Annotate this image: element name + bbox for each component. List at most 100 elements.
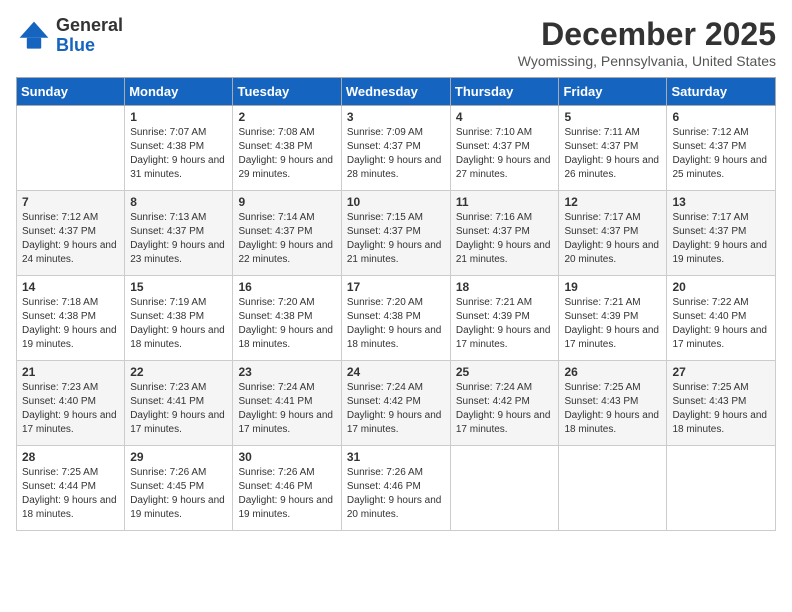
- day-info: Sunrise: 7:19 AMSunset: 4:38 PMDaylight:…: [130, 296, 227, 352]
- day-info: Sunrise: 7:24 AMSunset: 4:42 PMDaylight:…: [456, 381, 554, 437]
- day-info: Sunrise: 7:20 AMSunset: 4:38 PMDaylight:…: [347, 296, 445, 352]
- calendar-day-cell: 10 Sunrise: 7:15 AMSunset: 4:37 PMDayligh…: [341, 191, 450, 276]
- calendar-day-cell: 22 Sunrise: 7:23 AMSunset: 4:41 PMDayligh…: [125, 361, 233, 446]
- day-info: Sunrise: 7:14 AMSunset: 4:37 PMDaylight:…: [238, 211, 335, 267]
- calendar-day-cell: [667, 446, 776, 531]
- calendar-header-row: SundayMondayTuesdayWednesdayThursdayFrid…: [17, 78, 776, 106]
- day-number: 20: [672, 280, 770, 294]
- calendar-day-cell: 18 Sunrise: 7:21 AMSunset: 4:39 PMDayligh…: [450, 276, 559, 361]
- day-header-saturday: Saturday: [667, 78, 776, 106]
- day-number: 14: [22, 280, 119, 294]
- day-info: Sunrise: 7:18 AMSunset: 4:38 PMDaylight:…: [22, 296, 119, 352]
- day-number: 29: [130, 450, 227, 464]
- day-number: 27: [672, 365, 770, 379]
- day-number: 10: [347, 195, 445, 209]
- calendar-day-cell: 27 Sunrise: 7:25 AMSunset: 4:43 PMDayligh…: [667, 361, 776, 446]
- location-title: Wyomissing, Pennsylvania, United States: [518, 53, 776, 69]
- calendar-day-cell: 12Sunrise: 7:17 AMSunset: 4:37 PMDayligh…: [559, 191, 667, 276]
- calendar-day-cell: 29 Sunrise: 7:26 AMSunset: 4:45 PMDayligh…: [125, 446, 233, 531]
- calendar-day-cell: [559, 446, 667, 531]
- day-number: 22: [130, 365, 227, 379]
- calendar-day-cell: 15 Sunrise: 7:19 AMSunset: 4:38 PMDayligh…: [125, 276, 233, 361]
- calendar-day-cell: 19 Sunrise: 7:21 AMSunset: 4:39 PMDayligh…: [559, 276, 667, 361]
- day-header-sunday: Sunday: [17, 78, 125, 106]
- calendar-day-cell: 5 Sunrise: 7:11 AMSunset: 4:37 PMDaylight…: [559, 106, 667, 191]
- calendar-day-cell: 20 Sunrise: 7:22 AMSunset: 4:40 PMDayligh…: [667, 276, 776, 361]
- calendar-day-cell: 8Sunrise: 7:13 AMSunset: 4:37 PMDaylight…: [125, 191, 233, 276]
- day-info: Sunrise: 7:24 AMSunset: 4:41 PMDaylight:…: [238, 381, 335, 437]
- day-number: 15: [130, 280, 227, 294]
- day-info: Sunrise: 7:12 AMSunset: 4:37 PMDaylight:…: [22, 211, 119, 267]
- day-number: 18: [456, 280, 554, 294]
- day-number: 1: [130, 110, 227, 124]
- calendar-day-cell: 31Sunrise: 7:26 AMSunset: 4:46 PMDayligh…: [341, 446, 450, 531]
- day-info: Sunrise: 7:25 AMSunset: 4:44 PMDaylight:…: [22, 466, 119, 522]
- day-info: Sunrise: 7:07 AMSunset: 4:38 PMDaylight:…: [130, 126, 227, 182]
- day-info: Sunrise: 7:08 AMSunset: 4:38 PMDaylight:…: [238, 126, 335, 182]
- day-number: 11: [456, 195, 554, 209]
- day-number: 2: [238, 110, 335, 124]
- calendar-day-cell: 2 Sunrise: 7:08 AMSunset: 4:38 PMDaylight…: [233, 106, 341, 191]
- calendar-day-cell: 24Sunrise: 7:24 AMSunset: 4:42 PMDayligh…: [341, 361, 450, 446]
- calendar-day-cell: [17, 106, 125, 191]
- day-number: 25: [456, 365, 554, 379]
- day-info: Sunrise: 7:21 AMSunset: 4:39 PMDaylight:…: [564, 296, 661, 352]
- day-info: Sunrise: 7:24 AMSunset: 4:42 PMDaylight:…: [347, 381, 445, 437]
- calendar-week-row: 14 Sunrise: 7:18 AMSunset: 4:38 PMDayligh…: [17, 276, 776, 361]
- month-title: December 2025: [518, 16, 776, 53]
- day-number: 5: [564, 110, 661, 124]
- day-info: Sunrise: 7:21 AMSunset: 4:39 PMDaylight:…: [456, 296, 554, 352]
- day-info: Sunrise: 7:17 AMSunset: 4:37 PMDaylight:…: [564, 211, 661, 267]
- calendar-day-cell: 17 Sunrise: 7:20 AMSunset: 4:38 PMDayligh…: [341, 276, 450, 361]
- day-number: 7: [22, 195, 119, 209]
- calendar-week-row: 28 Sunrise: 7:25 AMSunset: 4:44 PMDayligh…: [17, 446, 776, 531]
- day-info: Sunrise: 7:16 AMSunset: 4:37 PMDaylight:…: [456, 211, 554, 267]
- day-number: 4: [456, 110, 554, 124]
- day-number: 6: [672, 110, 770, 124]
- calendar-day-cell: 7 Sunrise: 7:12 AMSunset: 4:37 PMDaylight…: [17, 191, 125, 276]
- day-info: Sunrise: 7:23 AMSunset: 4:41 PMDaylight:…: [130, 381, 227, 437]
- header: General Blue December 2025 Wyomissing, P…: [16, 16, 776, 69]
- day-number: 13: [672, 195, 770, 209]
- calendar-day-cell: 9Sunrise: 7:14 AMSunset: 4:37 PMDaylight…: [233, 191, 341, 276]
- calendar-day-cell: [450, 446, 559, 531]
- day-number: 31: [347, 450, 445, 464]
- calendar-week-row: 21Sunrise: 7:23 AMSunset: 4:40 PMDayligh…: [17, 361, 776, 446]
- day-number: 21: [22, 365, 119, 379]
- day-info: Sunrise: 7:15 AMSunset: 4:37 PMDaylight:…: [347, 211, 445, 267]
- calendar-week-row: 1 Sunrise: 7:07 AMSunset: 4:38 PMDaylight…: [17, 106, 776, 191]
- day-info: Sunrise: 7:25 AMSunset: 4:43 PMDaylight:…: [564, 381, 661, 437]
- day-info: Sunrise: 7:13 AMSunset: 4:37 PMDaylight:…: [130, 211, 227, 267]
- calendar-day-cell: 25 Sunrise: 7:24 AMSunset: 4:42 PMDayligh…: [450, 361, 559, 446]
- logo-icon: [16, 18, 52, 54]
- day-info: Sunrise: 7:22 AMSunset: 4:40 PMDaylight:…: [672, 296, 770, 352]
- day-info: Sunrise: 7:25 AMSunset: 4:43 PMDaylight:…: [672, 381, 770, 437]
- title-section: December 2025 Wyomissing, Pennsylvania, …: [518, 16, 776, 69]
- day-header-monday: Monday: [125, 78, 233, 106]
- calendar-day-cell: 4 Sunrise: 7:10 AMSunset: 4:37 PMDaylight…: [450, 106, 559, 191]
- logo: General Blue: [16, 16, 123, 56]
- logo-text: General Blue: [56, 16, 123, 56]
- day-header-friday: Friday: [559, 78, 667, 106]
- day-info: Sunrise: 7:20 AMSunset: 4:38 PMDaylight:…: [238, 296, 335, 352]
- calendar-day-cell: 23 Sunrise: 7:24 AMSunset: 4:41 PMDayligh…: [233, 361, 341, 446]
- calendar-day-cell: 26Sunrise: 7:25 AMSunset: 4:43 PMDayligh…: [559, 361, 667, 446]
- day-info: Sunrise: 7:17 AMSunset: 4:37 PMDaylight:…: [672, 211, 770, 267]
- day-number: 19: [564, 280, 661, 294]
- day-header-thursday: Thursday: [450, 78, 559, 106]
- day-info: Sunrise: 7:11 AMSunset: 4:37 PMDaylight:…: [564, 126, 661, 182]
- day-header-wednesday: Wednesday: [341, 78, 450, 106]
- calendar-day-cell: 14 Sunrise: 7:18 AMSunset: 4:38 PMDayligh…: [17, 276, 125, 361]
- day-info: Sunrise: 7:26 AMSunset: 4:46 PMDaylight:…: [238, 466, 335, 522]
- day-number: 16: [238, 280, 335, 294]
- day-header-tuesday: Tuesday: [233, 78, 341, 106]
- day-number: 17: [347, 280, 445, 294]
- day-info: Sunrise: 7:10 AMSunset: 4:37 PMDaylight:…: [456, 126, 554, 182]
- day-number: 23: [238, 365, 335, 379]
- calendar-day-cell: 6 Sunrise: 7:12 AMSunset: 4:37 PMDaylight…: [667, 106, 776, 191]
- day-info: Sunrise: 7:26 AMSunset: 4:45 PMDaylight:…: [130, 466, 227, 522]
- day-number: 28: [22, 450, 119, 464]
- day-info: Sunrise: 7:12 AMSunset: 4:37 PMDaylight:…: [672, 126, 770, 182]
- calendar-day-cell: 1 Sunrise: 7:07 AMSunset: 4:38 PMDaylight…: [125, 106, 233, 191]
- calendar-day-cell: 11 Sunrise: 7:16 AMSunset: 4:37 PMDayligh…: [450, 191, 559, 276]
